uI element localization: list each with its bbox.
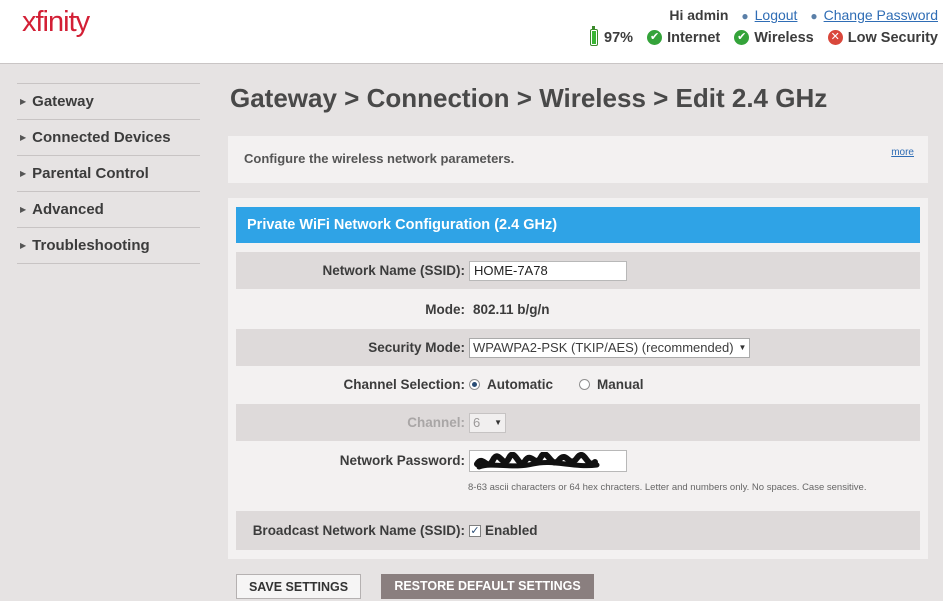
broadcast-enabled-label[interactable]: Enabled — [485, 523, 538, 538]
mode-label: Mode: — [425, 302, 465, 317]
channel-selection-label: Channel Selection: — [343, 377, 465, 392]
sidebar-item-parental-control[interactable]: ▶ Parental Control — [17, 155, 200, 191]
check-circle-icon: ✔ — [647, 30, 663, 45]
channel-automatic-label[interactable]: Automatic — [487, 377, 553, 392]
broadcast-control: ✓ Enabled — [469, 511, 564, 550]
sidebar-item-label: Connected Devices — [32, 129, 171, 146]
bullet-icon: ● — [741, 9, 749, 23]
channel-control: 6 ▼ — [469, 404, 506, 441]
sidebar-item-label: Gateway — [32, 93, 94, 110]
mode-control: 802.11 b/g/n — [469, 291, 550, 328]
wifi-config-panel: Private WiFi Network Configuration (2.4 … — [228, 198, 928, 559]
channel-select[interactable]: 6 ▼ — [469, 412, 506, 433]
wireless-label: Wireless — [754, 29, 814, 46]
redacted-scribble — [474, 451, 600, 469]
sidebar-nav: ▶ Gateway ▶ Connected Devices ▶ Parental… — [17, 83, 200, 264]
password-control — [469, 442, 627, 479]
panel-title: Private WiFi Network Configuration (2.4 … — [236, 207, 920, 243]
channel-automatic-radio[interactable] — [469, 379, 480, 390]
mode-row: Mode: 802.11 b/g/n — [236, 291, 920, 328]
password-label: Network Password: — [339, 453, 465, 468]
internet-status: ✔ Internet — [647, 30, 720, 46]
chevron-down-icon: ▼ — [738, 343, 747, 352]
internet-label: Internet — [667, 29, 721, 46]
x-circle-icon: ✕ — [827, 30, 843, 45]
ssid-input[interactable] — [469, 260, 627, 281]
channel-value: 6 — [473, 415, 481, 430]
sidebar-item-connected-devices[interactable]: ▶ Connected Devices — [17, 119, 200, 155]
triangle-right-icon: ▶ — [20, 133, 27, 142]
channel-manual-radio[interactable] — [579, 379, 591, 390]
password-row: Network Password: — [236, 442, 920, 479]
status-bar: 97% ✔ Internet ✔ Wireless ✕ Low Security — [576, 26, 938, 46]
info-text: Configure the wireless network parameter… — [244, 151, 515, 166]
broadcast-row: Broadcast Network Name (SSID): ✓ Enabled — [236, 511, 920, 550]
security-mode-value: WPAWPA2-PSK (TKIP/AES) (recommended) — [473, 340, 734, 355]
channel-row: Channel: 6 ▼ — [236, 404, 920, 441]
channel-selection-row: Channel Selection: Automatic Manual — [236, 366, 920, 403]
more-link[interactable]: more — [891, 147, 914, 158]
save-settings-button[interactable]: SAVE SETTINGS — [236, 574, 361, 599]
triangle-right-icon: ▶ — [20, 97, 27, 106]
security-mode-label: Security Mode: — [368, 340, 465, 355]
triangle-right-icon: ▶ — [20, 205, 27, 214]
change-password-link[interactable]: Change Password — [824, 7, 938, 23]
header: xfinity Hi admin ● Logout ● Change Passwor… — [0, 0, 943, 64]
check-circle-icon: ✔ — [734, 30, 750, 45]
channel-selection-control: Automatic Manual — [469, 366, 670, 403]
battery-icon — [590, 26, 599, 46]
xfinity-logo[interactable]: xfinity — [22, 6, 90, 39]
security-mode-control: WPAWPA2-PSK (TKIP/AES) (recommended) ▼ — [469, 329, 751, 366]
wireless-status: ✔ Wireless — [734, 30, 814, 46]
restore-default-settings-button[interactable]: RESTORE DEFAULT SETTINGS — [381, 574, 594, 599]
sidebar-item-label: Parental Control — [32, 165, 149, 182]
broadcast-label: Broadcast Network Name (SSID): — [252, 523, 465, 538]
greeting: Hi admin — [669, 7, 729, 23]
sidebar-item-advanced[interactable]: ▶ Advanced — [17, 191, 200, 227]
password-input[interactable] — [469, 449, 627, 472]
sidebar-item-gateway[interactable]: ▶ Gateway — [17, 83, 200, 119]
security-mode-row: Security Mode: WPAWPA2-PSK (TKIP/AES) (r… — [236, 329, 920, 366]
channel-manual-label[interactable]: Manual — [597, 377, 644, 392]
sidebar-item-label: Troubleshooting — [32, 237, 150, 254]
sidebar-item-label: Advanced — [32, 201, 104, 218]
password-hint: 8-63 ascii characters or 64 hex chracter… — [468, 482, 867, 493]
battery-level: 97% — [604, 29, 634, 46]
mode-value: 802.11 b/g/n — [473, 302, 550, 317]
ssid-control — [469, 252, 627, 289]
info-box: Configure the wireless network parameter… — [228, 136, 928, 183]
user-links: Hi admin ● Logout ● Change Password — [669, 7, 938, 23]
triangle-right-icon: ▶ — [20, 241, 27, 250]
page-title: Gateway > Connection > Wireless > Edit 2… — [230, 83, 828, 113]
channel-label: Channel: — [407, 415, 465, 430]
security-mode-select[interactable]: WPAWPA2-PSK (TKIP/AES) (recommended) ▼ — [469, 337, 751, 358]
logout-link[interactable]: Logout — [755, 7, 798, 23]
broadcast-checkbox[interactable]: ✓ — [469, 524, 481, 537]
ssid-row: Network Name (SSID): — [236, 252, 920, 289]
chevron-down-icon: ▼ — [494, 418, 502, 427]
security-label: Low Security — [847, 29, 938, 46]
battery-status: 97% — [590, 26, 634, 46]
triangle-right-icon: ▶ — [20, 169, 27, 178]
sidebar-item-troubleshooting[interactable]: ▶ Troubleshooting — [17, 227, 200, 264]
ssid-label: Network Name (SSID): — [322, 263, 465, 278]
bullet-icon: ● — [810, 9, 818, 23]
security-status: ✕ Low Security — [827, 29, 938, 46]
